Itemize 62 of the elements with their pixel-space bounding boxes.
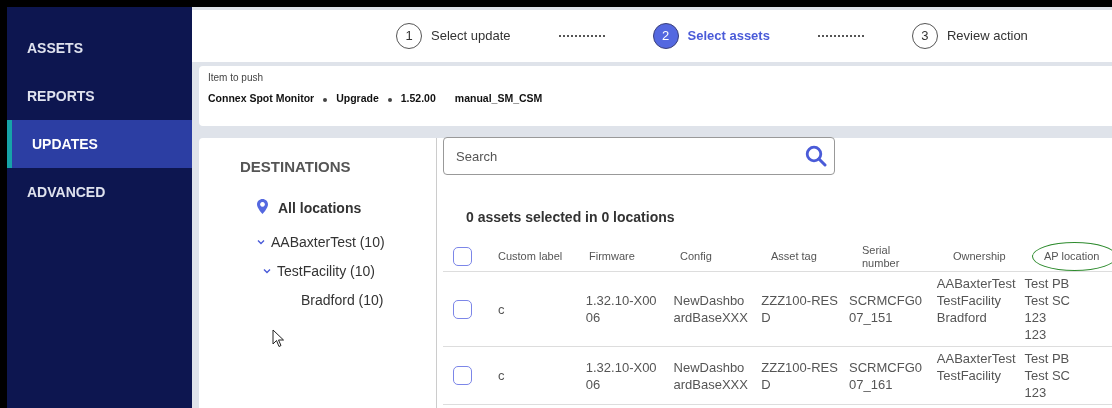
table-cell-text: SCRMCFG007_161: [849, 358, 923, 393]
table-cell-text: 123: [1024, 309, 1048, 326]
table-cell-text: 123: [1024, 326, 1048, 343]
table-cell-text: 123: [1024, 384, 1048, 401]
step-label: Select assets: [687, 27, 770, 46]
table-cell-text: 1.32.10-X0006: [585, 358, 658, 393]
table-cell: c: [498, 300, 505, 318]
table-cell-text: AABaxterTest: [936, 350, 1017, 367]
table-cell-text: Test PB: [1024, 275, 1071, 292]
table-cell-text: AABaxterTest: [936, 275, 1017, 292]
step-connector: [558, 35, 605, 37]
all-locations[interactable]: All locations: [278, 197, 362, 219]
column-header[interactable]: Asset tag: [771, 250, 856, 263]
sidebar-item[interactable]: ASSETS: [7, 24, 192, 72]
checkbox[interactable]: [453, 299, 472, 319]
search-field[interactable]: Search: [443, 137, 835, 175]
table-cell-text: ZZZ100-RESD: [761, 358, 839, 393]
table-cell-text: SCRMCFG007_151: [849, 292, 923, 326]
table-cell-text: NewDashboardBaseXXX: [673, 358, 749, 393]
destinations-title: DESTINATIONS: [239, 157, 352, 177]
table-cell-text: ZZZ100-RESD: [761, 292, 839, 326]
item-detail: manual_SM_CSM: [454, 91, 543, 106]
step-connector: [817, 35, 864, 37]
step[interactable]: 3 Review action: [911, 23, 1028, 49]
item-label: Item to push: [208, 71, 265, 85]
step-label: Select update: [431, 27, 511, 46]
table-cell-text: NewDashboardBaseXXX: [673, 292, 749, 326]
column-header[interactable]: Config: [680, 250, 765, 263]
table-cell-text: Test SC: [1024, 367, 1071, 384]
chevron-icon[interactable]: [257, 239, 265, 245]
sidebar-item[interactable]: ADVANCED: [7, 168, 192, 216]
column-header[interactable]: Serial number: [862, 243, 922, 270]
step-label: Review action: [946, 27, 1028, 46]
table-cell-text: Bradford: [936, 309, 988, 326]
dot-separator: [387, 97, 392, 102]
table-cell-text: TestFacility: [936, 367, 1003, 384]
table-cell-text: 1.32.10-X0006: [585, 292, 658, 326]
selection-summary: 0 assets selected in 0 locations: [465, 208, 676, 227]
table-cell-text: Test SC: [1024, 292, 1071, 309]
column-header[interactable]: Firmware: [589, 250, 674, 263]
item-detail: Connex Spot Monitor: [208, 91, 315, 106]
dot-separator: [323, 97, 328, 102]
table-cell-text: TestFacility: [936, 292, 1003, 309]
column-header[interactable]: Custom label: [498, 250, 583, 263]
checkbox[interactable]: [453, 366, 472, 385]
sidebar-item[interactable]: UPDATES: [7, 120, 192, 168]
location-pin-icon: [257, 198, 268, 214]
item-detail: Upgrade: [336, 91, 379, 106]
step-number: 2: [652, 23, 679, 49]
sidebar-item[interactable]: REPORTS: [7, 72, 192, 120]
checkbox[interactable]: [453, 247, 472, 266]
table-cell: c: [498, 367, 505, 384]
table-cell-text: Test PB: [1024, 350, 1071, 367]
mouse-cursor-icon: [272, 329, 285, 348]
tree-item[interactable]: Bradford (10): [301, 289, 384, 311]
tree-item[interactable]: TestFacility (10): [277, 260, 376, 282]
chevron-icon[interactable]: [263, 268, 271, 274]
tree-item[interactable]: AABaxterTest (10): [271, 231, 385, 253]
item-detail: 1.52.00: [400, 91, 436, 106]
step[interactable]: 1 Select update: [396, 23, 511, 49]
step[interactable]: 2 Select assets: [652, 23, 770, 49]
search-icon[interactable]: [805, 145, 827, 167]
